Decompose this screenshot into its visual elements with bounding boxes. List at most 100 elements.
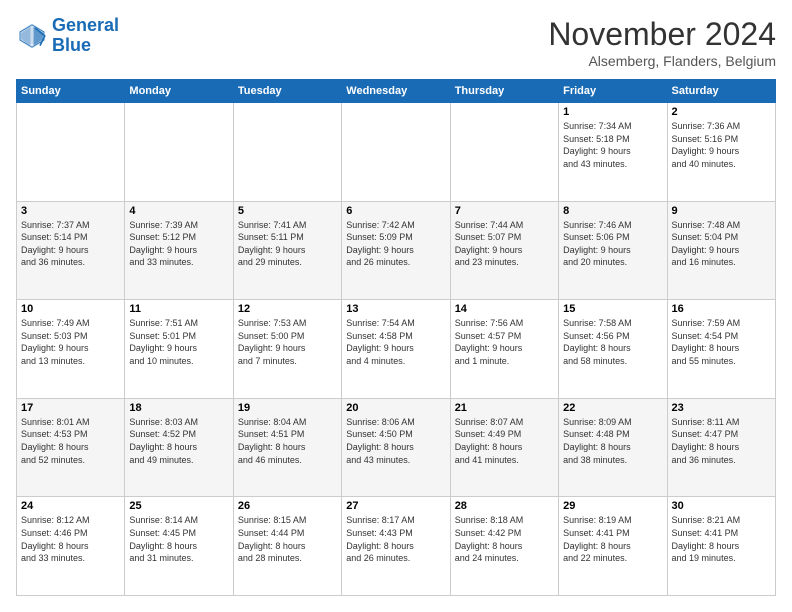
calendar-cell: 27 Sunrise: 8:17 AM Sunset: 4:43 PM Dayli… (342, 497, 450, 596)
calendar-week-3: 17Sunrise: 8:01 AM Sunset: 4:53 PM Dayli… (17, 398, 776, 497)
day-info: Sunrise: 7:46 AM Sunset: 5:06 PM Dayligh… (563, 219, 662, 269)
day-header-monday: Monday (125, 80, 233, 103)
calendar-cell: 9 Sunrise: 7:48 AM Sunset: 5:04 PM Daylig… (667, 201, 775, 300)
day-number: 4 (129, 205, 228, 217)
calendar-cell: 6 Sunrise: 7:42 AM Sunset: 5:09 PM Daylig… (342, 201, 450, 300)
day-header-wednesday: Wednesday (342, 80, 450, 103)
calendar-cell: 8Sunrise: 7:46 AM Sunset: 5:06 PM Daylig… (559, 201, 667, 300)
calendar-cell (125, 103, 233, 202)
day-info: Sunrise: 8:07 AM Sunset: 4:49 PM Dayligh… (455, 416, 554, 466)
day-number: 11 (129, 303, 228, 315)
calendar-cell: 24 Sunrise: 8:12 AM Sunset: 4:46 PM Dayli… (17, 497, 125, 596)
day-info: Sunrise: 8:12 AM Sunset: 4:46 PM Dayligh… (21, 514, 120, 564)
calendar-cell: 3Sunrise: 7:37 AM Sunset: 5:14 PM Daylig… (17, 201, 125, 300)
day-info: Sunrise: 7:41 AM Sunset: 5:11 PM Dayligh… (238, 219, 337, 269)
day-number: 3 (21, 205, 120, 217)
day-number: 30 (672, 500, 771, 512)
logo-text: General Blue (52, 16, 119, 56)
calendar-cell: 23 Sunrise: 8:11 AM Sunset: 4:47 PM Dayli… (667, 398, 775, 497)
calendar-week-0: 1Sunrise: 7:34 AM Sunset: 5:18 PM Daylig… (17, 103, 776, 202)
calendar-cell: 2 Sunrise: 7:36 AM Sunset: 5:16 PM Daylig… (667, 103, 775, 202)
calendar-cell: 15Sunrise: 7:58 AM Sunset: 4:56 PM Dayli… (559, 300, 667, 399)
day-number: 27 (346, 500, 445, 512)
day-header-tuesday: Tuesday (233, 80, 341, 103)
calendar-cell: 28 Sunrise: 8:18 AM Sunset: 4:42 PM Dayli… (450, 497, 558, 596)
day-info: Sunrise: 7:59 AM Sunset: 4:54 PM Dayligh… (672, 317, 771, 367)
location: Alsemberg, Flanders, Belgium (548, 53, 776, 69)
day-number: 9 (672, 205, 771, 217)
day-header-friday: Friday (559, 80, 667, 103)
calendar-cell: 14 Sunrise: 7:56 AM Sunset: 4:57 PM Dayli… (450, 300, 558, 399)
calendar-cell: 18 Sunrise: 8:03 AM Sunset: 4:52 PM Dayli… (125, 398, 233, 497)
day-number: 14 (455, 303, 554, 315)
day-info: Sunrise: 8:18 AM Sunset: 4:42 PM Dayligh… (455, 514, 554, 564)
day-info: Sunrise: 8:04 AM Sunset: 4:51 PM Dayligh… (238, 416, 337, 466)
day-info: Sunrise: 8:03 AM Sunset: 4:52 PM Dayligh… (129, 416, 228, 466)
calendar-header-row: SundayMondayTuesdayWednesdayThursdayFrid… (17, 80, 776, 103)
day-info: Sunrise: 7:36 AM Sunset: 5:16 PM Dayligh… (672, 120, 771, 170)
day-info: Sunrise: 7:54 AM Sunset: 4:58 PM Dayligh… (346, 317, 445, 367)
day-number: 20 (346, 402, 445, 414)
calendar-cell (17, 103, 125, 202)
calendar-cell: 21Sunrise: 8:07 AM Sunset: 4:49 PM Dayli… (450, 398, 558, 497)
day-number: 13 (346, 303, 445, 315)
calendar-cell: 1Sunrise: 7:34 AM Sunset: 5:18 PM Daylig… (559, 103, 667, 202)
page: General Blue November 2024 Alsemberg, Fl… (0, 0, 792, 612)
day-number: 12 (238, 303, 337, 315)
day-number: 2 (672, 106, 771, 118)
calendar-cell (342, 103, 450, 202)
calendar-cell (450, 103, 558, 202)
day-info: Sunrise: 8:14 AM Sunset: 4:45 PM Dayligh… (129, 514, 228, 564)
day-number: 26 (238, 500, 337, 512)
day-info: Sunrise: 8:01 AM Sunset: 4:53 PM Dayligh… (21, 416, 120, 466)
day-info: Sunrise: 7:56 AM Sunset: 4:57 PM Dayligh… (455, 317, 554, 367)
day-number: 7 (455, 205, 554, 217)
calendar-cell: 19 Sunrise: 8:04 AM Sunset: 4:51 PM Dayli… (233, 398, 341, 497)
calendar-cell: 17Sunrise: 8:01 AM Sunset: 4:53 PM Dayli… (17, 398, 125, 497)
day-number: 24 (21, 500, 120, 512)
day-number: 23 (672, 402, 771, 414)
calendar-cell: 11 Sunrise: 7:51 AM Sunset: 5:01 PM Dayli… (125, 300, 233, 399)
day-info: Sunrise: 7:42 AM Sunset: 5:09 PM Dayligh… (346, 219, 445, 269)
day-number: 10 (21, 303, 120, 315)
header: General Blue November 2024 Alsemberg, Fl… (16, 16, 776, 69)
calendar-cell: 12 Sunrise: 7:53 AM Sunset: 5:00 PM Dayli… (233, 300, 341, 399)
day-info: Sunrise: 7:49 AM Sunset: 5:03 PM Dayligh… (21, 317, 120, 367)
calendar-week-4: 24 Sunrise: 8:12 AM Sunset: 4:46 PM Dayli… (17, 497, 776, 596)
day-number: 16 (672, 303, 771, 315)
day-number: 18 (129, 402, 228, 414)
calendar-cell: 16 Sunrise: 7:59 AM Sunset: 4:54 PM Dayli… (667, 300, 775, 399)
month-title: November 2024 (548, 16, 776, 53)
day-info: Sunrise: 7:34 AM Sunset: 5:18 PM Dayligh… (563, 120, 662, 170)
day-info: Sunrise: 8:11 AM Sunset: 4:47 PM Dayligh… (672, 416, 771, 466)
logo-general: General (52, 15, 119, 35)
day-number: 5 (238, 205, 337, 217)
day-info: Sunrise: 7:53 AM Sunset: 5:00 PM Dayligh… (238, 317, 337, 367)
day-number: 25 (129, 500, 228, 512)
logo-icon (16, 20, 48, 52)
day-info: Sunrise: 8:17 AM Sunset: 4:43 PM Dayligh… (346, 514, 445, 564)
day-number: 22 (563, 402, 662, 414)
day-number: 19 (238, 402, 337, 414)
calendar-table: SundayMondayTuesdayWednesdayThursdayFrid… (16, 79, 776, 596)
day-info: Sunrise: 8:19 AM Sunset: 4:41 PM Dayligh… (563, 514, 662, 564)
day-number: 28 (455, 500, 554, 512)
calendar-cell: 26Sunrise: 8:15 AM Sunset: 4:44 PM Dayli… (233, 497, 341, 596)
title-section: November 2024 Alsemberg, Flanders, Belgi… (548, 16, 776, 69)
day-info: Sunrise: 8:21 AM Sunset: 4:41 PM Dayligh… (672, 514, 771, 564)
calendar-cell: 7Sunrise: 7:44 AM Sunset: 5:07 PM Daylig… (450, 201, 558, 300)
calendar-cell: 10 Sunrise: 7:49 AM Sunset: 5:03 PM Dayli… (17, 300, 125, 399)
day-number: 15 (563, 303, 662, 315)
day-info: Sunrise: 7:48 AM Sunset: 5:04 PM Dayligh… (672, 219, 771, 269)
day-info: Sunrise: 8:06 AM Sunset: 4:50 PM Dayligh… (346, 416, 445, 466)
day-header-thursday: Thursday (450, 80, 558, 103)
day-header-sunday: Sunday (17, 80, 125, 103)
day-number: 6 (346, 205, 445, 217)
day-info: Sunrise: 7:51 AM Sunset: 5:01 PM Dayligh… (129, 317, 228, 367)
day-number: 29 (563, 500, 662, 512)
calendar-cell: 29 Sunrise: 8:19 AM Sunset: 4:41 PM Dayli… (559, 497, 667, 596)
calendar-cell: 20 Sunrise: 8:06 AM Sunset: 4:50 PM Dayli… (342, 398, 450, 497)
day-info: Sunrise: 7:39 AM Sunset: 5:12 PM Dayligh… (129, 219, 228, 269)
day-info: Sunrise: 8:09 AM Sunset: 4:48 PM Dayligh… (563, 416, 662, 466)
calendar-cell: 5 Sunrise: 7:41 AM Sunset: 5:11 PM Daylig… (233, 201, 341, 300)
